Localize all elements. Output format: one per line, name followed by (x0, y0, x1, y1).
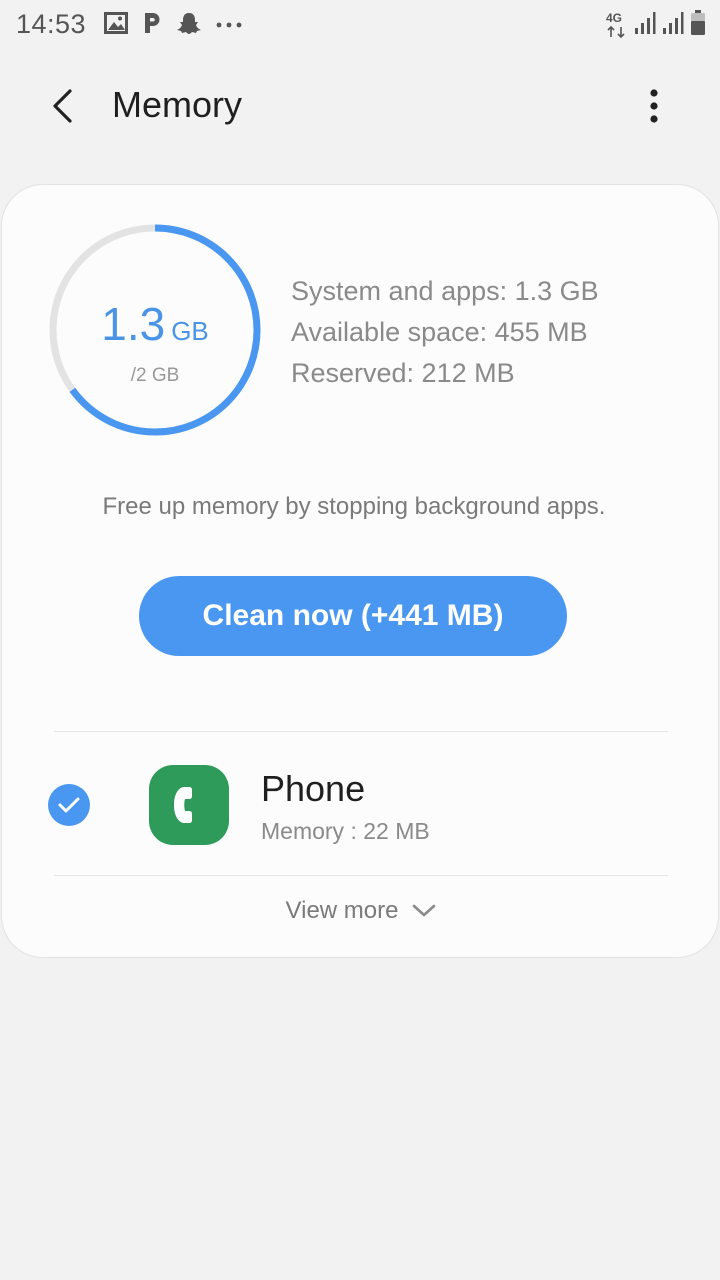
memory-gauge: 1.3 GB /2 GB (48, 223, 262, 437)
notification-icons (104, 11, 242, 40)
status-bar: 14:53 4G (0, 0, 720, 50)
more-options-button[interactable] (628, 78, 680, 134)
snapchat-icon (176, 11, 202, 40)
system-icons: 4G (606, 9, 706, 41)
app-row-phone[interactable]: Phone Memory : 22 MB (2, 732, 720, 876)
memory-card: 1.3 GB /2 GB System and apps: 1.3 GB Avai… (1, 184, 719, 958)
app-checkbox[interactable] (48, 784, 90, 826)
gallery-icon (104, 11, 128, 39)
battery-icon (690, 9, 706, 41)
signal-icon (662, 11, 684, 40)
memory-used-unit: GB (171, 316, 209, 346)
back-button[interactable] (36, 78, 92, 134)
more-vertical-icon (650, 89, 658, 123)
app-name: Phone (261, 768, 366, 809)
checkmark-icon (58, 797, 80, 813)
signal-icon (634, 11, 656, 40)
stat-reserved: Reserved: 212 MB (291, 358, 515, 388)
memory-used: 1.3 GB (48, 297, 262, 351)
status-time: 14:53 (16, 9, 87, 39)
clean-now-button[interactable]: Clean now (+441 MB) (139, 576, 567, 656)
chevron-left-icon (53, 89, 72, 123)
more-notifications-icon (216, 16, 242, 34)
view-more-label: View more (285, 897, 399, 924)
app-memory: Memory : 22 MB (261, 818, 430, 844)
stat-system-and-apps: System and apps: 1.3 GB (291, 276, 599, 306)
divider (54, 875, 668, 876)
pinterest-icon (142, 11, 162, 40)
free-up-hint: Free up memory by stopping background ap… (102, 493, 606, 520)
network-4g-icon: 4G (606, 11, 628, 39)
app-bar: Memory (0, 60, 720, 152)
memory-stats: System and apps: 1.3 GB Available space:… (291, 271, 599, 394)
phone-app-icon (149, 765, 229, 845)
memory-total: /2 GB (130, 365, 180, 386)
view-more-button[interactable]: View more (2, 897, 720, 925)
stat-available-space: Available space: 455 MB (291, 317, 588, 347)
memory-used-value: 1.3 (101, 298, 166, 350)
page-title: Memory (112, 84, 243, 125)
chevron-down-icon (413, 904, 436, 917)
